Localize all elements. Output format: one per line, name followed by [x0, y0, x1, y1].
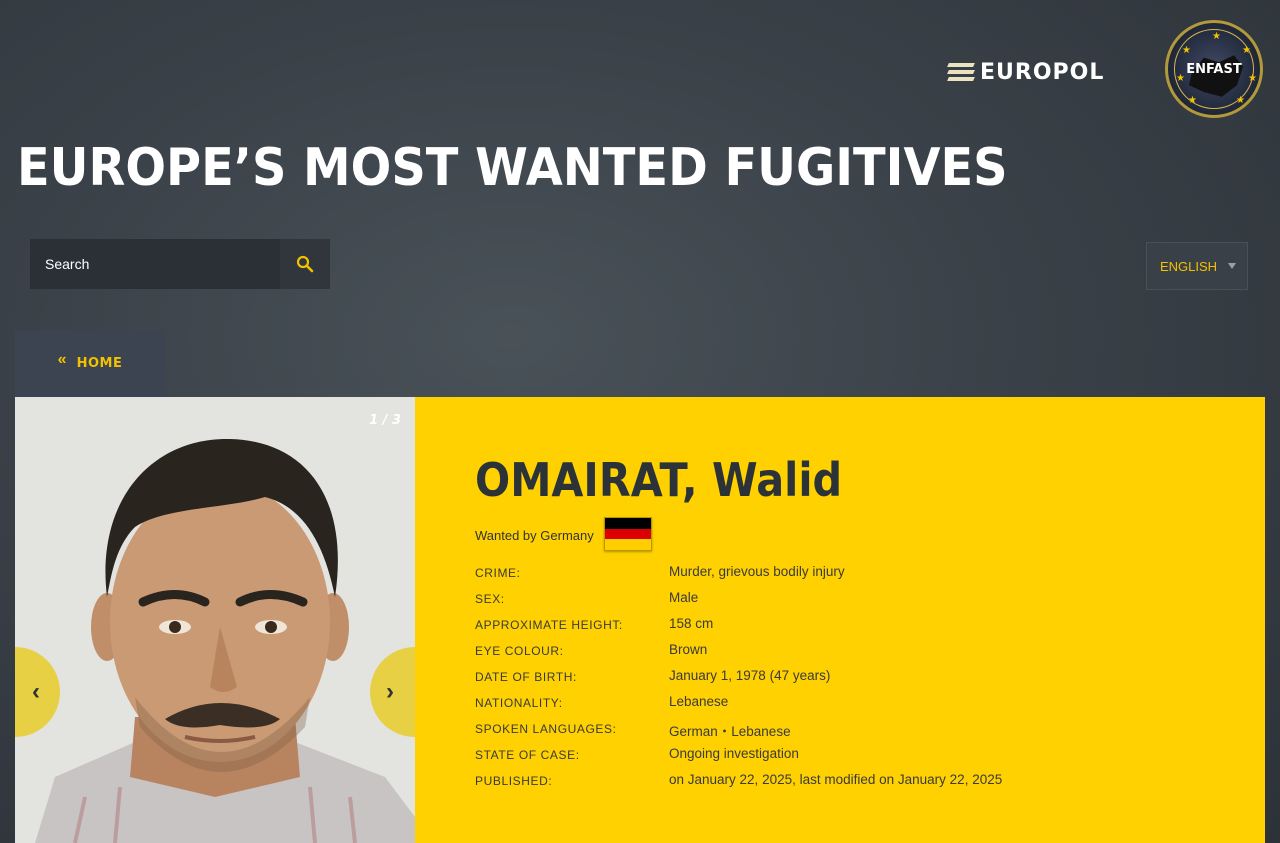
- detail-label: NATIONALITY:: [475, 696, 563, 710]
- enfast-logo[interactable]: ★ ★ ★ ★ ★ ★ ★ ENFAST: [1165, 20, 1263, 118]
- flag-stripe: [605, 528, 651, 540]
- fugitive-name: OMAIRAT, Walid: [475, 453, 843, 507]
- detail-value: January 1, 1978 (47 years): [669, 668, 831, 683]
- chevron-left-icon: ‹: [32, 678, 40, 705]
- language-select[interactable]: ENGLISH: [1146, 242, 1248, 290]
- chevron-right-icon: ›: [386, 678, 394, 705]
- detail-label: SEX:: [475, 592, 505, 606]
- home-link-label: HOME: [76, 356, 123, 371]
- search-bar: [30, 238, 330, 290]
- home-link[interactable]: « HOME: [15, 330, 165, 397]
- germany-flag-icon: [604, 517, 652, 551]
- star-icon: ★: [1242, 45, 1251, 56]
- search-icon: [296, 255, 314, 273]
- europol-logo[interactable]: EUROPOL: [947, 59, 1105, 85]
- star-icon: ★: [1182, 45, 1191, 56]
- star-icon: ★: [1188, 95, 1197, 106]
- detail-label: DATE OF BIRTH:: [475, 670, 577, 684]
- page-title: EUROPE’S MOST WANTED FUGITIVES: [17, 138, 1008, 198]
- wanted-by-text: Wanted by Germany: [475, 528, 594, 543]
- detail-label: CRIME:: [475, 566, 521, 580]
- detail-label: PUBLISHED:: [475, 774, 553, 788]
- detail-value: Ongoing investigation: [669, 746, 799, 761]
- photo-counter: 1 / 3: [369, 413, 401, 428]
- detail-value: German・Lebanese: [669, 724, 791, 739]
- language-selected-value: ENGLISH: [1160, 258, 1218, 274]
- search-input[interactable]: [30, 238, 280, 290]
- detail-value: Lebanese: [669, 694, 729, 709]
- detail-value: Brown: [669, 642, 708, 657]
- star-icon: ★: [1212, 31, 1221, 42]
- double-chevron-left-icon: «: [57, 350, 67, 368]
- detail-value: 158 cm: [669, 616, 714, 631]
- flag-stripe: [605, 539, 651, 551]
- detail-label: EYE COLOUR:: [475, 644, 564, 658]
- europol-wordmark: EUROPOL: [980, 59, 1105, 85]
- detail-label: APPROXIMATE HEIGHT:: [475, 618, 623, 632]
- fugitive-details-panel: OMAIRAT, Walid Wanted by Germany CRIME: …: [415, 397, 1265, 843]
- detail-value: Murder, grievous bodily injury: [669, 564, 845, 579]
- search-button[interactable]: [280, 239, 330, 289]
- photo-gallery: 1 / 3 ‹ ›: [15, 397, 415, 843]
- detail-value: Male: [669, 590, 699, 605]
- star-icon: ★: [1248, 73, 1257, 84]
- enfast-wordmark: ENFAST: [1186, 61, 1242, 77]
- fugitive-photo: [15, 397, 415, 843]
- europol-mark-icon: [947, 63, 975, 81]
- star-icon: ★: [1236, 95, 1245, 106]
- flag-stripe: [605, 518, 651, 529]
- chevron-down-icon: [1228, 263, 1236, 269]
- detail-value: on January 22, 2025, last modified on Ja…: [669, 772, 1003, 787]
- star-icon: ★: [1176, 73, 1185, 84]
- detail-label: STATE OF CASE:: [475, 748, 580, 762]
- detail-label: SPOKEN LANGUAGES:: [475, 722, 617, 736]
